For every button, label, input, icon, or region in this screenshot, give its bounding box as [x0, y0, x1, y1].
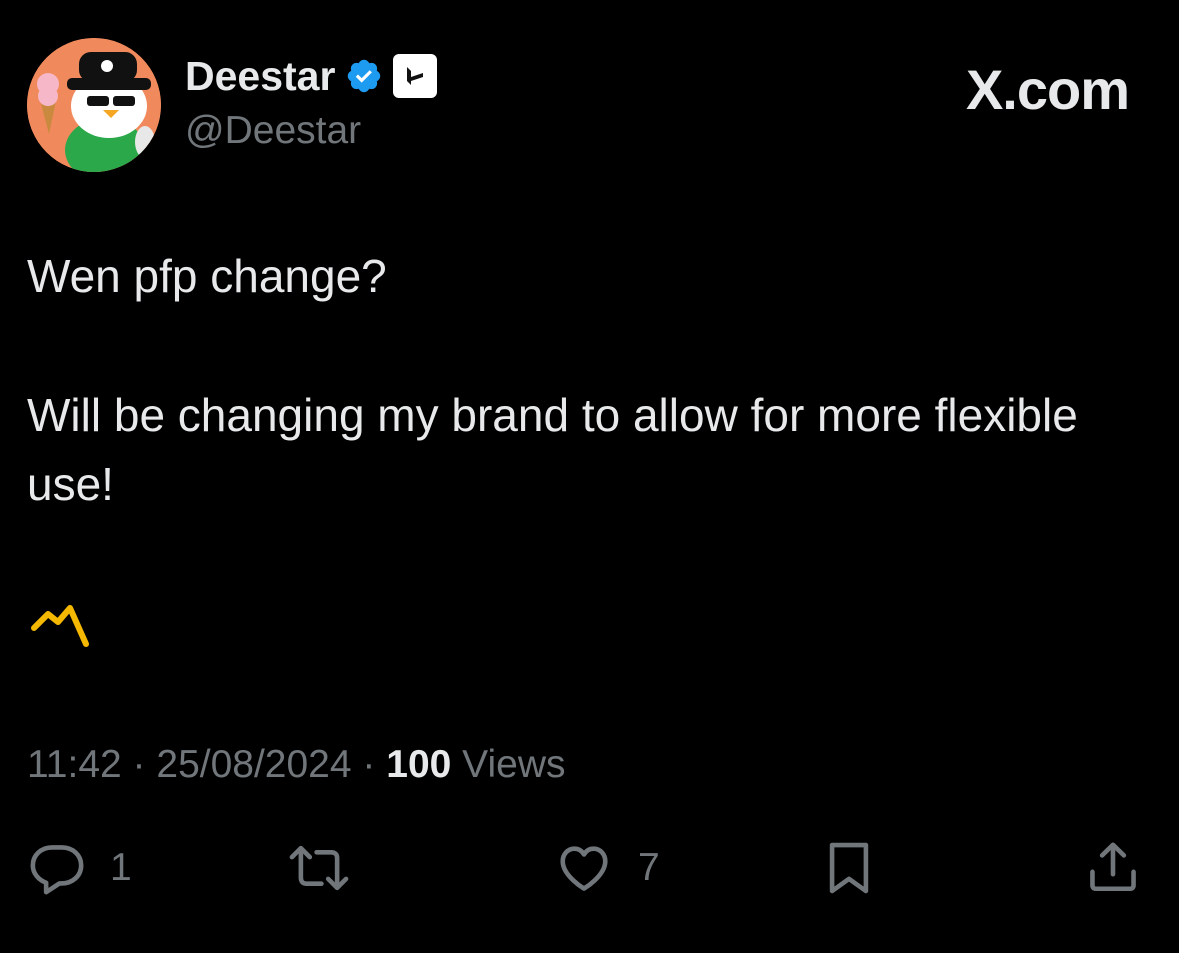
tweet-meta: 11:42 · 25/08/2024 · 100 Views	[27, 740, 566, 790]
share-icon	[1090, 842, 1136, 892]
like-count: 7	[638, 846, 660, 889]
tweet-text: Wen pfp change? Will be changing my bran…	[27, 242, 1147, 519]
repost-icon	[289, 845, 349, 891]
repost-button[interactable]	[286, 839, 352, 897]
author-name-row[interactable]: Deestar	[185, 52, 438, 100]
affiliate-logo-icon	[407, 67, 424, 85]
meta-separator: ·	[121, 743, 157, 786]
reply-count: 1	[110, 846, 132, 889]
views-count: 100	[386, 743, 452, 786]
avatar[interactable]	[27, 38, 161, 172]
tweet-paragraph: Will be changing my brand to allow for m…	[27, 389, 1078, 510]
bookmark-button[interactable]	[822, 839, 876, 897]
meta-separator: ·	[351, 743, 387, 786]
tweet-paragraph: Wen pfp change?	[27, 250, 387, 302]
display-name[interactable]: Deestar	[185, 52, 335, 100]
reply-icon	[30, 845, 84, 895]
x-com-logo: X.com	[965, 58, 1130, 121]
action-bar: 1 7	[0, 835, 1179, 905]
reply-button[interactable]: 1	[28, 839, 132, 897]
verified-badge-icon	[348, 59, 381, 93]
heart-icon	[560, 846, 608, 891]
lightning-zigzag-emoji	[31, 605, 89, 647]
tweet-date[interactable]: 25/08/2024	[156, 743, 351, 786]
tweet-time[interactable]: 11:42	[27, 743, 122, 786]
views-label: Views	[451, 743, 566, 786]
like-button[interactable]: 7	[554, 839, 660, 897]
penguin-avatar-icon	[27, 38, 161, 172]
bookmark-icon	[829, 842, 869, 894]
author-handle[interactable]: @Deestar	[185, 108, 361, 154]
share-button[interactable]	[1084, 837, 1142, 897]
affiliate-badge-icon[interactable]	[393, 54, 438, 98]
